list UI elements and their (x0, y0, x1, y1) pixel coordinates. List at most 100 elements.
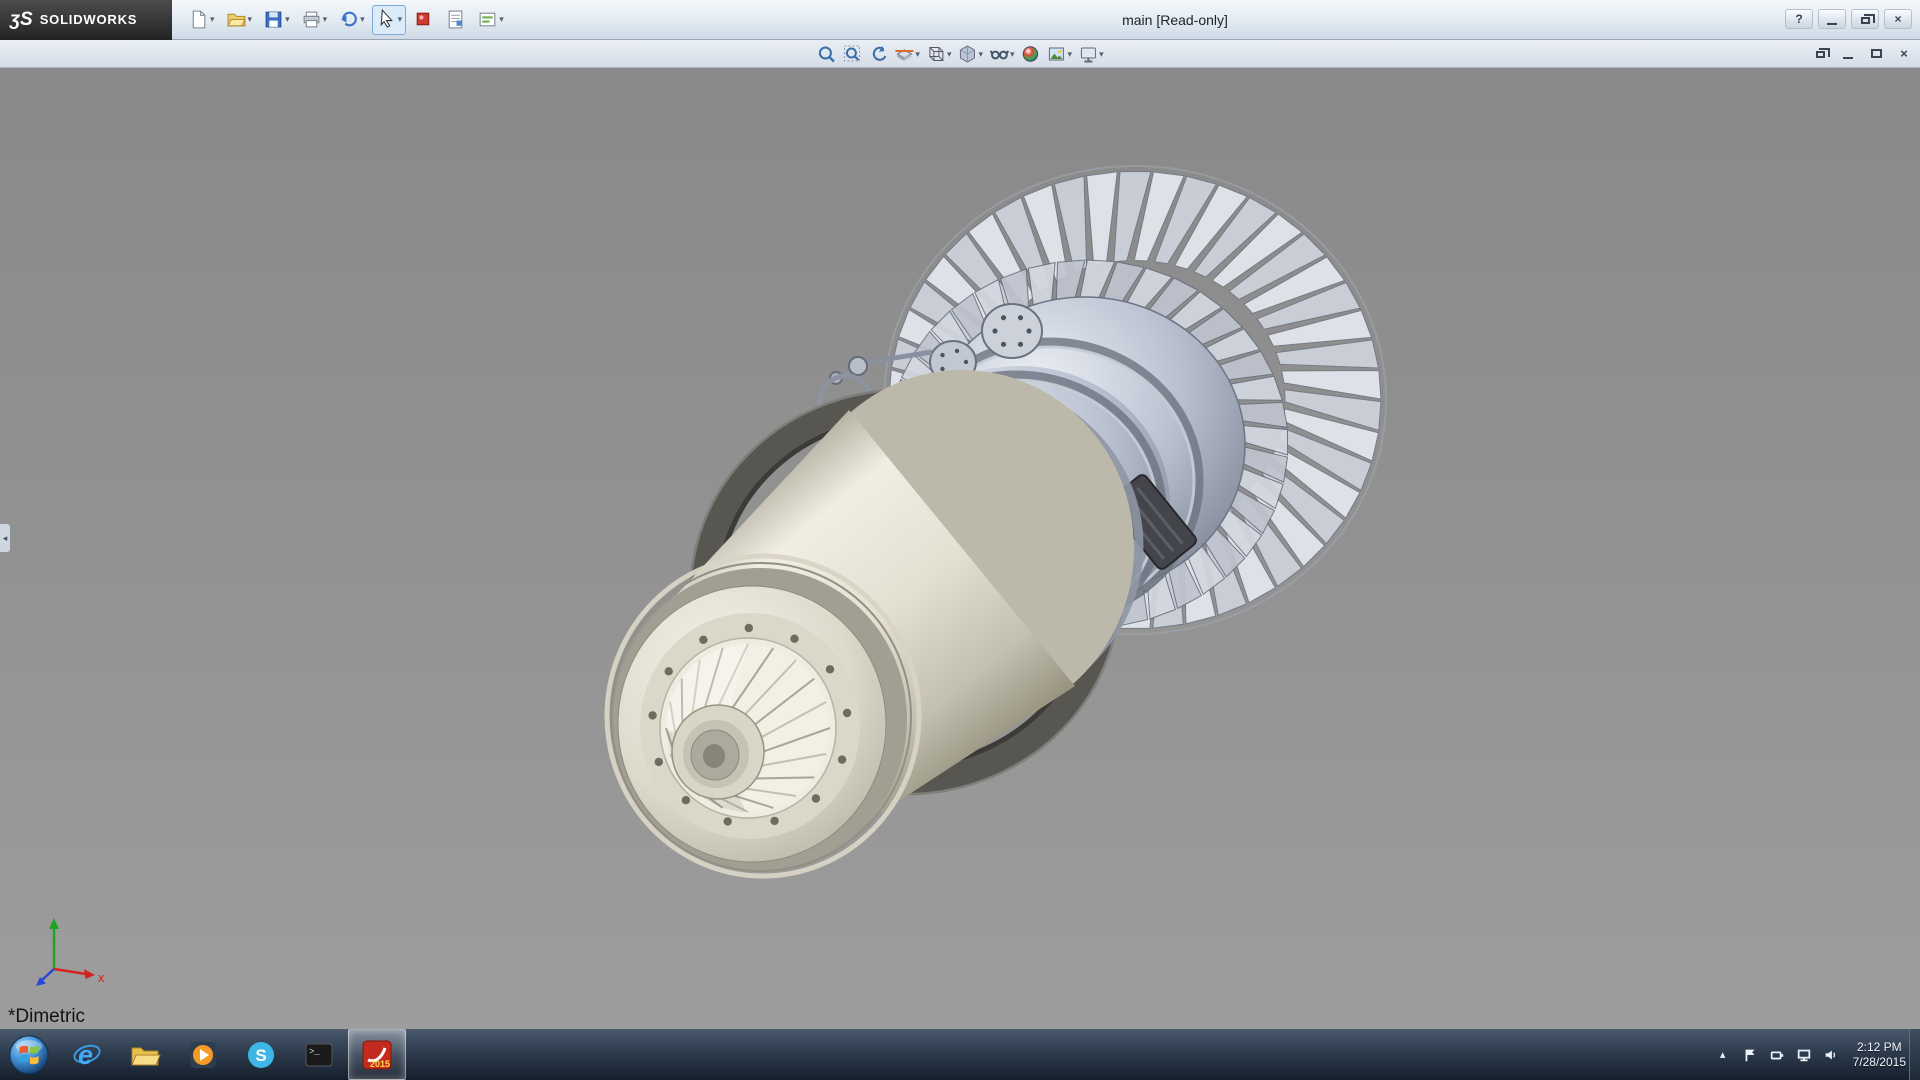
edit-appearance-button[interactable] (1019, 42, 1043, 66)
help-button[interactable]: ? (1785, 9, 1813, 29)
save-icon (265, 11, 282, 28)
new-document-button[interactable]: ▾ (184, 5, 219, 35)
reference-triad[interactable]: x (22, 911, 132, 993)
dropdown-caret-icon[interactable]: ▾ (947, 49, 952, 60)
undo-button[interactable]: ▾ (334, 5, 369, 35)
view-orientation-label: *Dimetric (8, 1006, 86, 1027)
svg-text:S: S (255, 1046, 266, 1065)
windows-start-orb-icon (9, 1034, 49, 1075)
restore-icon (1860, 14, 1875, 24)
system-tray: ▴ 2:12 PM 7/28/2015 (1714, 1029, 1906, 1080)
new-document-icon (192, 10, 206, 29)
doc-maximize-button[interactable] (1866, 44, 1886, 62)
taskbar: e S >_ 2015 ▴ 2:12 PM 7/28/2015 (0, 1029, 1920, 1080)
nozzle-face (613, 568, 907, 870)
heads-up-view-toolbar: ▾ ▾ ▾ ▾ ▾ ▾ × (0, 40, 1920, 68)
window-controls: ? × (1785, 9, 1912, 29)
solidworks-logo-icon: ʒS (10, 8, 33, 30)
solidworks-logo: ʒS SOLIDWORKS (0, 0, 172, 40)
dropdown-caret-icon[interactable]: ▾ (978, 49, 983, 60)
open-button[interactable]: ▾ (222, 5, 257, 35)
action-center-flag-icon[interactable] (1741, 1046, 1759, 1064)
view-tools-group: ▾ ▾ ▾ ▾ ▾ ▾ (814, 42, 1105, 66)
zoom-to-fit-icon (818, 46, 835, 63)
power-plug-icon[interactable] (1768, 1046, 1786, 1064)
apply-scene-icon (1049, 47, 1065, 61)
taskbar-item-command-prompt[interactable]: >_ (290, 1029, 348, 1080)
document-title: main [Read-only] (1122, 11, 1228, 28)
dropdown-caret-icon[interactable]: ▾ (1010, 49, 1015, 60)
media-player-icon (190, 1041, 216, 1068)
options-button[interactable]: ▾ (473, 5, 508, 35)
taskbar-item-media-player[interactable] (174, 1029, 232, 1080)
dropdown-caret-icon[interactable]: ▾ (915, 49, 920, 60)
clock-time: 2:12 PM (1856, 1039, 1902, 1054)
feature-manager-collapse-tab[interactable]: ◂ (0, 523, 11, 553)
doc-minimize-button[interactable] (1838, 44, 1858, 62)
display-style-button[interactable]: ▾ (955, 42, 985, 66)
3d-model-jet-engine[interactable] (0, 68, 1920, 1029)
display-icon[interactable] (1795, 1046, 1813, 1064)
show-desktop-button[interactable] (1909, 1029, 1920, 1080)
taskbar-item-skype[interactable]: S (232, 1029, 290, 1080)
appearance-button[interactable] (409, 5, 438, 35)
doc-restore-button[interactable] (1810, 44, 1830, 62)
display-style-icon (959, 45, 975, 63)
view-settings-button[interactable]: ▾ (1076, 42, 1106, 66)
taskbar-items: e S >_ 2015 (58, 1029, 406, 1080)
dropdown-caret-icon[interactable]: ▾ (499, 14, 504, 25)
dropdown-caret-icon[interactable]: ▾ (1099, 49, 1104, 60)
dropdown-caret-icon[interactable]: ▾ (1068, 49, 1073, 60)
save-button[interactable]: ▾ (259, 5, 294, 35)
triad-y-axis (49, 918, 59, 929)
doc-close-button[interactable]: × (1894, 44, 1914, 62)
graphics-area[interactable]: ◂ x *Dimetric (0, 68, 1920, 1029)
file-properties-button[interactable] (441, 5, 470, 35)
restore-button[interactable] (1851, 9, 1879, 29)
internet-explorer-icon: e (73, 1040, 101, 1070)
titlebar: ʒS SOLIDWORKS ▾ ▾ ▾ ▾ ▾ ▾ ▾ main [Read-o… (0, 0, 1920, 40)
zoom-to-area-button[interactable] (840, 42, 864, 66)
dropdown-caret-icon[interactable]: ▾ (323, 14, 328, 25)
dropdown-caret-icon[interactable]: ▾ (398, 14, 403, 25)
dropdown-caret-icon[interactable]: ▾ (285, 14, 290, 25)
dropdown-caret-icon[interactable]: ▾ (210, 14, 215, 25)
taskbar-item-solidworks[interactable]: 2015 (348, 1029, 406, 1080)
start-button[interactable] (0, 1029, 58, 1080)
folder-icon (131, 1047, 161, 1065)
svg-text:e: e (78, 1040, 93, 1070)
standard-toolbar: ▾ ▾ ▾ ▾ ▾ ▾ ▾ (172, 4, 508, 35)
previous-view-button[interactable] (866, 42, 890, 66)
dropdown-caret-icon[interactable]: ▾ (248, 14, 253, 25)
zoom-to-fit-button[interactable] (814, 42, 838, 66)
taskbar-item-internet-explorer[interactable]: e (58, 1029, 116, 1080)
tray-expand-icon[interactable]: ▴ (1714, 1046, 1732, 1064)
view-orientation-button[interactable]: ▾ (924, 42, 954, 66)
select-button[interactable]: ▾ (371, 4, 407, 35)
file-properties-icon (448, 10, 463, 29)
brand-name: SOLIDWORKS (39, 12, 138, 27)
section-view-button[interactable]: ▾ (892, 42, 922, 66)
view-settings-icon (1080, 47, 1096, 63)
triad-x-axis (84, 969, 95, 979)
print-icon (303, 11, 319, 28)
dropdown-caret-icon[interactable]: ▾ (360, 14, 365, 25)
section-view-icon (895, 49, 914, 61)
taskbar-item-file-explorer[interactable] (116, 1029, 174, 1080)
close-button[interactable]: × (1884, 9, 1912, 29)
previous-view-icon (872, 46, 887, 61)
apply-scene-button[interactable]: ▾ (1045, 42, 1075, 66)
doc-maximize-icon (1870, 48, 1882, 58)
triad-x-label: x (98, 970, 105, 985)
volume-icon[interactable] (1822, 1046, 1840, 1064)
print-button[interactable]: ▾ (297, 5, 332, 35)
minimize-button[interactable] (1818, 9, 1846, 29)
hide-show-items-button[interactable]: ▾ (987, 42, 1017, 66)
clock[interactable]: 2:12 PM 7/28/2015 (1853, 1040, 1906, 1070)
select-cursor-icon (380, 9, 393, 28)
hide-show-items-icon (989, 50, 1009, 60)
svg-text:2015: 2015 (370, 1059, 390, 1069)
svg-text:>_: >_ (309, 1047, 320, 1057)
view-orientation-icon (928, 47, 943, 61)
open-icon (226, 13, 246, 27)
